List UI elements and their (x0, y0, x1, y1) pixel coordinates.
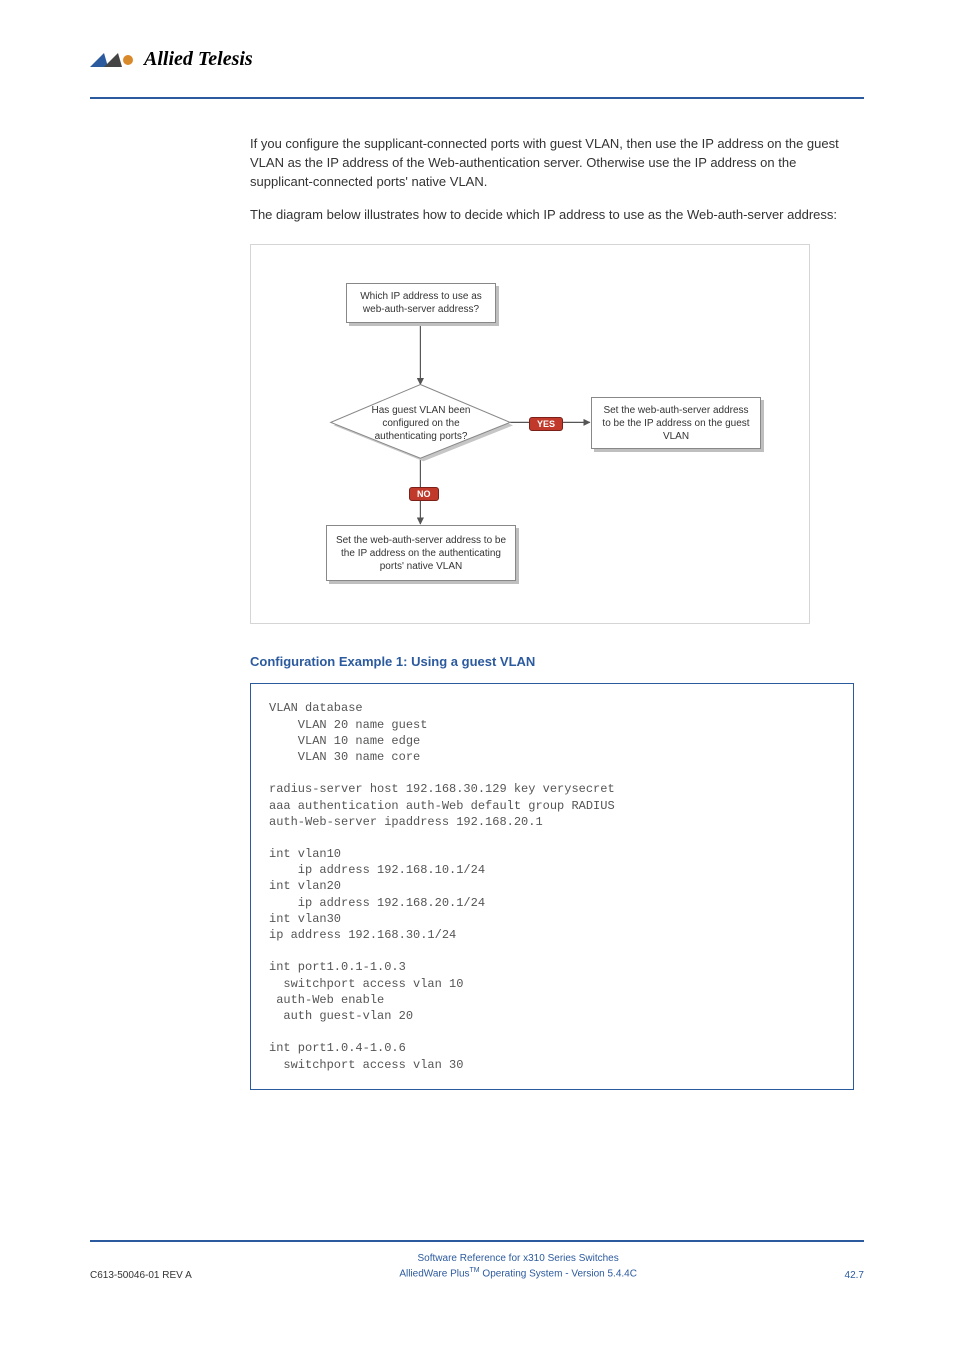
footer-rule (90, 1240, 864, 1242)
footer-line1: Software Reference for x310 Series Switc… (192, 1252, 845, 1266)
brand-logo: Allied Telesis (90, 48, 864, 71)
flow-yes-label: YES (529, 417, 563, 431)
paragraph-1: If you configure the supplicant-connecte… (250, 135, 854, 192)
example-title: Configuration Example 1: Using a guest V… (250, 654, 864, 669)
footer-doc-id: C613-50046-01 REV A (90, 1270, 192, 1281)
header-rule (90, 97, 864, 99)
flow-decision-text: Has guest VLAN been configured on the au… (367, 404, 475, 443)
flow-start-box: Which IP address to use as web-auth-serv… (346, 283, 496, 323)
footer-center: Software Reference for x310 Series Switc… (192, 1252, 845, 1281)
flow-start-text: Which IP address to use as web-auth-serv… (355, 290, 487, 316)
flow-result-yes-text: Set the web-auth-server address to be th… (600, 404, 752, 443)
footer-line2: AlliedWare PlusTM Operating System - Ver… (192, 1266, 845, 1281)
body-text: If you configure the supplicant-connecte… (250, 135, 854, 224)
flow-decision-box: Has guest VLAN been configured on the au… (359, 403, 483, 443)
brand-name: Allied Telesis (144, 48, 253, 71)
page-footer: C613-50046-01 REV A Software Reference f… (90, 1240, 864, 1281)
brand-mark-icon (90, 51, 136, 69)
config-code-block: VLAN database VLAN 20 name guest VLAN 10… (250, 683, 854, 1089)
flow-result-yes-box: Set the web-auth-server address to be th… (591, 397, 761, 449)
flowchart-diagram: Which IP address to use as web-auth-serv… (250, 244, 810, 624)
flow-result-no-text: Set the web-auth-server address to be th… (335, 534, 507, 573)
paragraph-2: The diagram below illustrates how to dec… (250, 206, 854, 225)
flow-no-label: NO (409, 487, 439, 501)
footer-page-number: 42.7 (845, 1270, 864, 1281)
flow-result-no-box: Set the web-auth-server address to be th… (326, 525, 516, 581)
